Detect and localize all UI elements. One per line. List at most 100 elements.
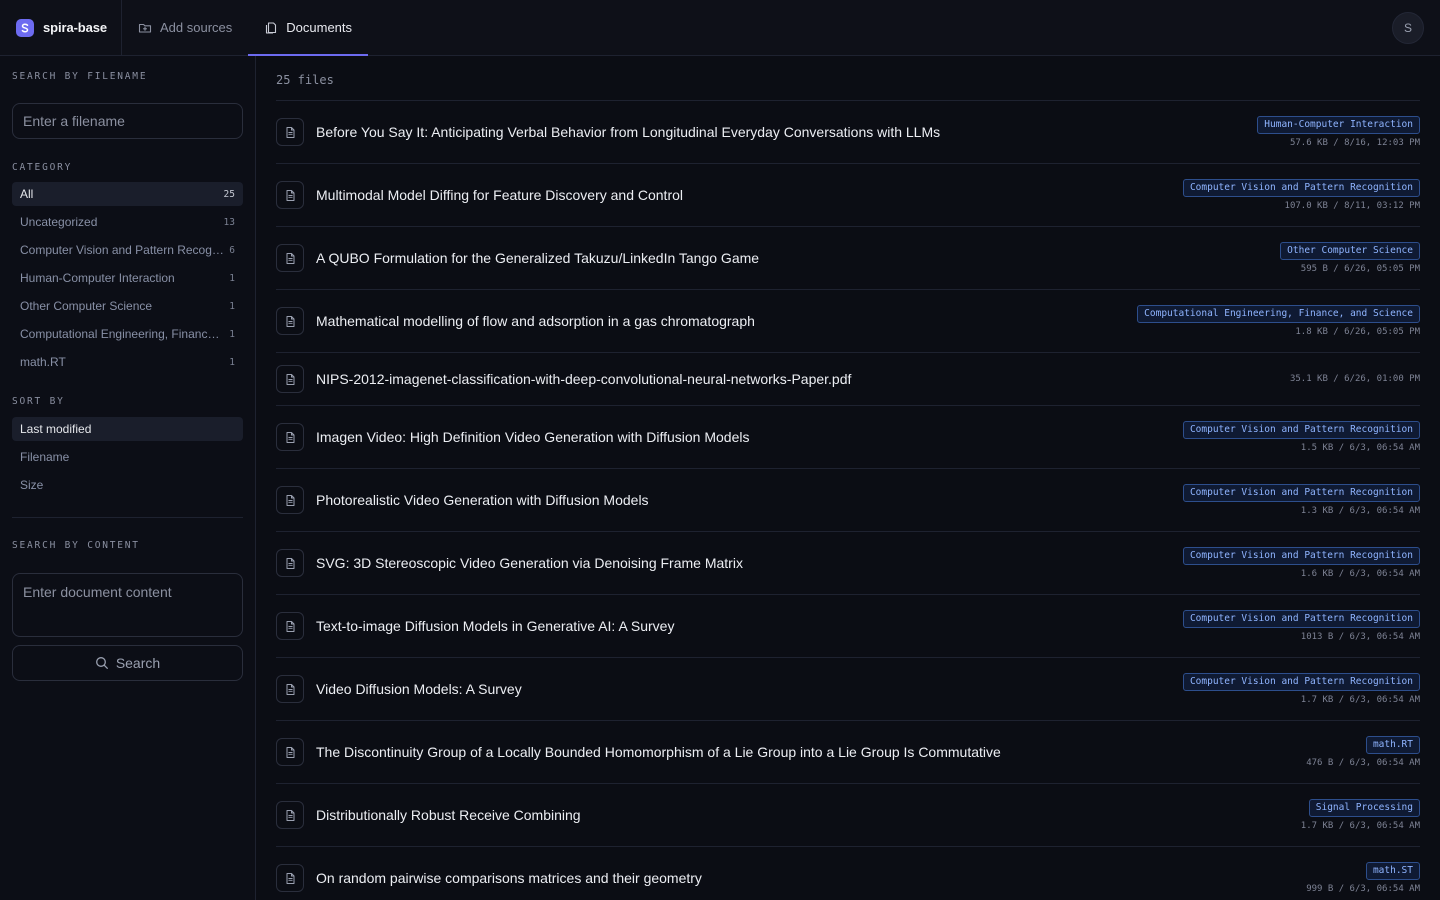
- category-item-comp-eng[interactable]: Computational Engineering, Finance, and …: [12, 322, 243, 346]
- category-label-text: Computer Vision and Pattern Recognition: [20, 243, 226, 257]
- search-button[interactable]: Search: [12, 645, 243, 681]
- file-size-date: 595 B / 6/26, 05:05 PM: [1300, 264, 1420, 274]
- file-title[interactable]: Video Diffusion Models: A Survey: [316, 681, 522, 697]
- file-meta: Computer Vision and Pattern Recognition 1…: [1182, 469, 1420, 531]
- filename-search-input[interactable]: Enter a filename: [12, 103, 243, 139]
- file-row[interactable]: Distributionally Robust Receive Combinin…: [276, 784, 1420, 847]
- category-badge: Computer Vision and Pattern Recognition: [1182, 547, 1420, 565]
- file-size-date: 35.1 KB / 6/26, 01:00 PM: [1289, 374, 1420, 384]
- sidebar-divider: [12, 517, 243, 518]
- document-icon: [276, 181, 304, 209]
- file-title[interactable]: The Discontinuity Group of a Locally Bou…: [316, 744, 1001, 760]
- brand[interactable]: spira-base: [0, 0, 122, 55]
- category-item-hci[interactable]: Human-Computer Interaction 1: [12, 266, 243, 290]
- category-count: 25: [223, 188, 235, 200]
- category-label-text: Other Computer Science: [20, 299, 153, 313]
- file-meta: Signal Processing 1.7 KB / 6/3, 06:54 AM: [1301, 784, 1420, 846]
- category-label-text: All: [20, 187, 34, 201]
- file-list: Before You Say It: Anticipating Verbal B…: [276, 100, 1420, 900]
- category-badge: Human-Computer Interaction: [1257, 116, 1420, 134]
- app-name: spira-base: [43, 20, 108, 35]
- file-meta: Computational Engineering, Finance, and …: [1137, 290, 1420, 352]
- sort-option-filename[interactable]: Filename: [12, 445, 243, 469]
- file-meta: math.ST 999 B / 6/3, 06:54 AM: [1306, 847, 1420, 900]
- document-icon: [276, 118, 304, 146]
- category-badge: math.RT: [1365, 736, 1420, 754]
- file-title[interactable]: Text-to-image Diffusion Models in Genera…: [316, 618, 674, 634]
- category-badge: Computer Vision and Pattern Recognition: [1182, 421, 1420, 439]
- sort-option-label: Filename: [20, 450, 70, 464]
- file-meta: Computer Vision and Pattern Recognition 1…: [1182, 532, 1420, 594]
- document-icon: [276, 675, 304, 703]
- file-count: 25 files: [276, 73, 334, 87]
- sort-option-label: Last modified: [20, 422, 92, 436]
- file-size-date: 1.3 KB / 6/3, 06:54 AM: [1300, 506, 1420, 516]
- sidebar: SEARCH BY FILENAME Enter a filename CATE…: [0, 56, 256, 900]
- category-badge: Signal Processing: [1308, 799, 1420, 817]
- top-bar: spira-base Add sources Documents S: [0, 0, 1440, 56]
- category-item-math-rt[interactable]: math.RT 1: [12, 350, 243, 374]
- file-size-date: 1.7 KB / 6/3, 06:54 AM: [1300, 821, 1420, 831]
- content-search-textarea[interactable]: Enter document content: [12, 573, 243, 637]
- file-row[interactable]: NIPS-2012-imagenet-classification-with-d…: [276, 353, 1420, 406]
- tab-add-sources[interactable]: Add sources: [122, 0, 248, 55]
- file-title[interactable]: SVG: 3D Stereoscopic Video Generation vi…: [316, 555, 743, 571]
- file-row[interactable]: Photorealistic Video Generation with Dif…: [276, 469, 1420, 532]
- file-size-date: 1.7 KB / 6/3, 06:54 AM: [1300, 695, 1420, 705]
- file-row[interactable]: A QUBO Formulation for the Generalized T…: [276, 227, 1420, 290]
- file-title[interactable]: Photorealistic Video Generation with Dif…: [316, 492, 649, 508]
- category-label-text: math.RT: [20, 355, 66, 369]
- category-count: 1: [229, 300, 235, 312]
- file-row[interactable]: Video Diffusion Models: A Survey Computer…: [276, 658, 1420, 721]
- document-icon: [276, 864, 304, 892]
- file-size-date: 1013 B / 6/3, 06:54 AM: [1300, 632, 1420, 642]
- sort-option-size[interactable]: Size: [12, 473, 243, 497]
- file-title[interactable]: NIPS-2012-imagenet-classification-with-d…: [316, 371, 851, 387]
- file-title[interactable]: Distributionally Robust Receive Combinin…: [316, 807, 581, 823]
- file-meta: Other Computer Science 595 B / 6/26, 05:0…: [1280, 227, 1420, 289]
- category-badge: Computer Vision and Pattern Recognition: [1182, 484, 1420, 502]
- document-icon: [276, 549, 304, 577]
- file-row[interactable]: Imagen Video: High Definition Video Gene…: [276, 406, 1420, 469]
- file-size-date: 999 B / 6/3, 06:54 AM: [1306, 884, 1420, 894]
- file-row[interactable]: On random pairwise comparisons matrices …: [276, 847, 1420, 900]
- file-row[interactable]: Before You Say It: Anticipating Verbal B…: [276, 101, 1420, 164]
- sort-option-last-modified[interactable]: Last modified: [12, 417, 243, 441]
- tab-label: Documents: [286, 20, 353, 35]
- file-meta: 35.1 KB / 6/26, 01:00 PM: [1290, 353, 1420, 405]
- file-title[interactable]: Imagen Video: High Definition Video Gene…: [316, 429, 749, 445]
- file-meta: Human-Computer Interaction 57.6 KB / 8/16…: [1257, 101, 1420, 163]
- document-icon: [276, 244, 304, 272]
- user-avatar[interactable]: S: [1392, 12, 1424, 44]
- file-title[interactable]: On random pairwise comparisons matrices …: [316, 870, 702, 886]
- category-badge: Computer Vision and Pattern Recognition: [1182, 610, 1420, 628]
- category-item-other-cs[interactable]: Other Computer Science 1: [12, 294, 243, 318]
- file-meta: Computer Vision and Pattern Recognition 1…: [1182, 406, 1420, 468]
- file-row[interactable]: SVG: 3D Stereoscopic Video Generation vi…: [276, 532, 1420, 595]
- sort-options: Last modified Filename Size: [12, 417, 243, 501]
- category-count: 13: [223, 216, 235, 228]
- file-row[interactable]: Text-to-image Diffusion Models in Genera…: [276, 595, 1420, 658]
- file-row[interactable]: Multimodal Model Diffing for Feature Dis…: [276, 164, 1420, 227]
- file-title[interactable]: A QUBO Formulation for the Generalized T…: [316, 250, 759, 266]
- document-icon: [276, 365, 304, 393]
- filename-placeholder: Enter a filename: [23, 113, 125, 129]
- category-item-all[interactable]: All 25: [12, 182, 243, 206]
- category-item-computer-vision[interactable]: Computer Vision and Pattern Recognition …: [12, 238, 243, 262]
- file-row[interactable]: Mathematical modelling of flow and adsor…: [276, 290, 1420, 353]
- document-icon: [276, 423, 304, 451]
- category-label-text: Human-Computer Interaction: [20, 271, 175, 285]
- category-badge: Other Computer Science: [1280, 242, 1420, 260]
- file-title[interactable]: Mathematical modelling of flow and adsor…: [316, 313, 755, 329]
- category-item-uncategorized[interactable]: Uncategorized 13: [12, 210, 243, 234]
- documents-panel: 25 files Before You Say It: Anticipating…: [256, 56, 1440, 900]
- file-row[interactable]: The Discontinuity Group of a Locally Bou…: [276, 721, 1420, 784]
- tab-documents[interactable]: Documents: [248, 0, 368, 56]
- tab-label: Add sources: [160, 20, 233, 35]
- sort-option-label: Size: [20, 478, 44, 492]
- category-count: 1: [229, 328, 235, 340]
- file-title[interactable]: Multimodal Model Diffing for Feature Dis…: [316, 187, 683, 203]
- file-size-date: 107.0 KB / 8/11, 03:12 PM: [1284, 201, 1420, 211]
- category-label: CATEGORY: [12, 162, 73, 173]
- file-title[interactable]: Before You Say It: Anticipating Verbal B…: [316, 124, 940, 140]
